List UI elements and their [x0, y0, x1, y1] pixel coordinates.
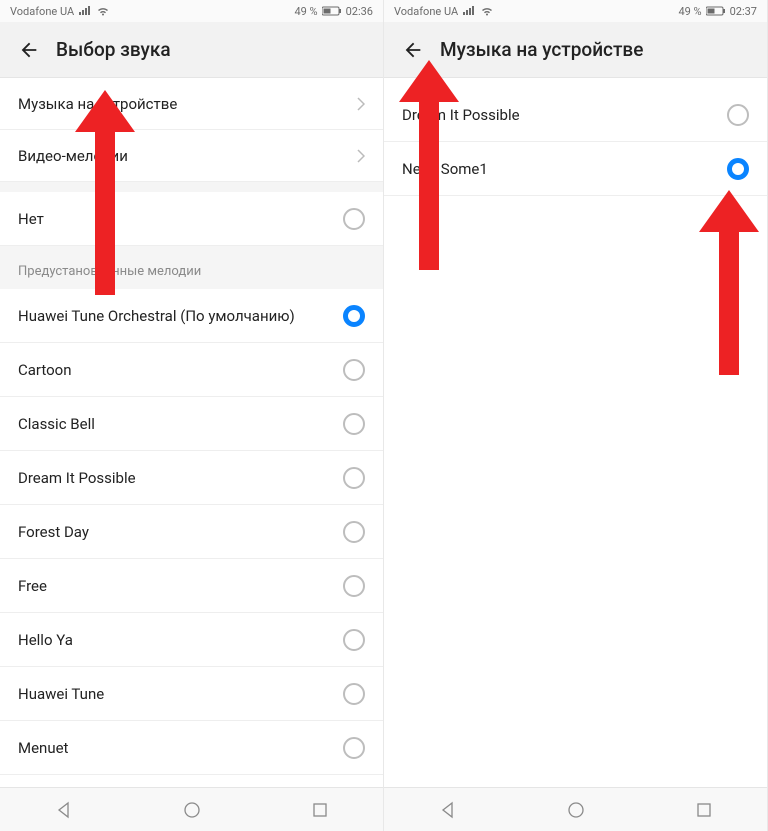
radio-label: Huawei Tune Orchestral (По умолчанию) [18, 307, 295, 325]
battery-icon [706, 6, 726, 16]
melody-row[interactable]: Huawei Tune [0, 667, 383, 721]
melody-row[interactable]: Forest Day [0, 505, 383, 559]
radio-label: Нет [18, 210, 44, 228]
radio-none[interactable]: Нет [0, 192, 383, 246]
radio-label: Dream It Possible [402, 106, 520, 124]
nav-back-icon[interactable] [55, 801, 73, 819]
battery-pct-label: 49 % [678, 5, 701, 18]
wifi-icon [480, 6, 494, 16]
back-button[interactable] [398, 35, 428, 65]
spacer [0, 182, 383, 192]
header: Музыка на устройстве [384, 22, 767, 78]
radio-indicator [343, 629, 365, 651]
radio-label: Free [18, 577, 47, 595]
radio-label: Need Some1 [402, 160, 488, 178]
content-area: Dream It Possible Need Some1 [384, 78, 767, 787]
radio-label: Dream It Possible [18, 469, 136, 487]
status-left: Vodafone UA [10, 5, 110, 18]
nav-home-icon[interactable] [183, 801, 201, 819]
back-arrow-icon [402, 39, 424, 61]
radio-label: Huawei Tune [18, 685, 104, 703]
status-right: 49 % 02:37 [678, 5, 757, 18]
radio-label: Forest Day [18, 523, 89, 541]
page-title: Выбор звука [56, 38, 171, 61]
battery-icon [322, 6, 342, 16]
page-title: Музыка на устройстве [440, 38, 643, 61]
nav-video-melodies[interactable]: Видео-мелодии [0, 130, 383, 182]
radio-label: Cartoon [18, 361, 72, 379]
melody-row[interactable]: Classic Bell [0, 397, 383, 451]
content-area: Музыка на устройстве Видео-мелодии Нет П… [0, 78, 383, 787]
status-right: 49 % 02:36 [294, 5, 373, 18]
melody-row[interactable]: Cartoon [0, 343, 383, 397]
melody-row[interactable]: Hello Ya [0, 613, 383, 667]
radio-indicator [343, 305, 365, 327]
radio-label: Classic Bell [18, 415, 95, 433]
melody-row[interactable]: Dream It Possible [0, 451, 383, 505]
header: Выбор звука [0, 22, 383, 78]
status-left: Vodafone UA [394, 5, 494, 18]
nav-label: Видео-мелодии [18, 147, 128, 165]
phone-left: Vodafone UA 49 % 02:36 Выбор звука Музык… [0, 0, 384, 831]
radio-indicator [343, 683, 365, 705]
radio-label: Hello Ya [18, 631, 73, 649]
nav-label: Музыка на устройстве [18, 95, 177, 113]
melody-row[interactable]: Sax [0, 775, 383, 787]
battery-pct-label: 49 % [294, 5, 317, 18]
signal-icon [78, 6, 92, 16]
signal-icon [462, 6, 476, 16]
radio-indicator [727, 158, 749, 180]
melody-row[interactable]: Free [0, 559, 383, 613]
status-bar: Vodafone UA 49 % 02:37 [384, 0, 767, 22]
section-title: Предустановленные мелодии [0, 246, 383, 289]
nav-music-on-device[interactable]: Музыка на устройстве [0, 78, 383, 130]
carrier-label: Vodafone UA [394, 5, 458, 18]
radio-label: Menuet [18, 739, 68, 757]
track-row[interactable]: Dream It Possible [384, 88, 767, 142]
back-button[interactable] [14, 35, 44, 65]
radio-indicator [727, 104, 749, 126]
radio-indicator [343, 575, 365, 597]
nav-recent-icon[interactable] [696, 802, 712, 818]
phone-right: Vodafone UA 49 % 02:37 Музыка на устройс… [384, 0, 768, 831]
track-row[interactable]: Need Some1 [384, 142, 767, 196]
chevron-right-icon [357, 97, 365, 111]
android-navbar [384, 787, 767, 831]
radio-indicator [343, 467, 365, 489]
nav-back-icon[interactable] [439, 801, 457, 819]
chevron-right-icon [357, 149, 365, 163]
android-navbar [0, 787, 383, 831]
carrier-label: Vodafone UA [10, 5, 74, 18]
melody-row[interactable]: Huawei Tune Orchestral (По умолчанию) [0, 289, 383, 343]
radio-indicator [343, 413, 365, 435]
back-arrow-icon [18, 39, 40, 61]
wifi-icon [96, 6, 110, 16]
radio-indicator [343, 208, 365, 230]
time-label: 02:36 [346, 5, 373, 18]
radio-indicator [343, 737, 365, 759]
time-label: 02:37 [730, 5, 757, 18]
nav-recent-icon[interactable] [312, 802, 328, 818]
radio-indicator [343, 359, 365, 381]
radio-indicator [343, 521, 365, 543]
status-bar: Vodafone UA 49 % 02:36 [0, 0, 383, 22]
melody-row[interactable]: Menuet [0, 721, 383, 775]
nav-home-icon[interactable] [567, 801, 585, 819]
